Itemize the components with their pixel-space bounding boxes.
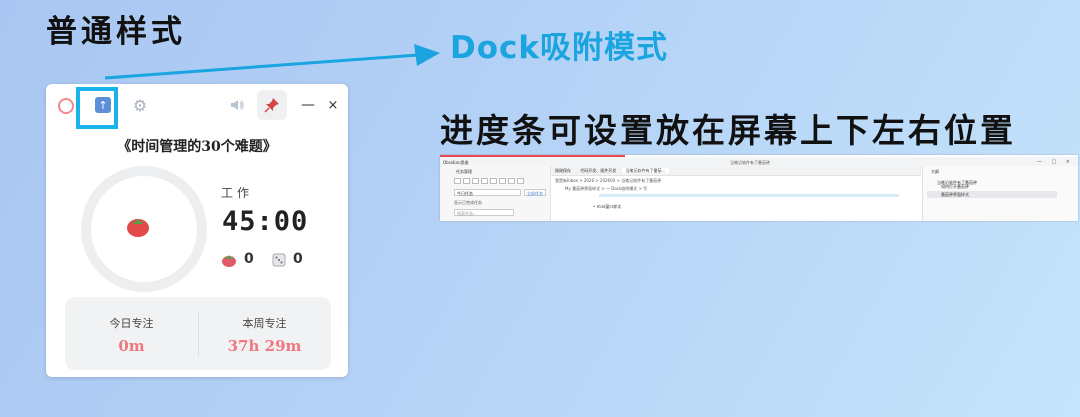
interrupt-count: 0 bbox=[293, 251, 303, 267]
window-controls[interactable]: — □ × bbox=[1037, 159, 1074, 165]
sidebar-title: 任务管理 bbox=[456, 169, 472, 174]
outline-panel: 大纲 当笔记软件有了番茄钟 番茄钟界面样式 如何打开番茄钟 bbox=[922, 166, 1078, 221]
tab-bar: 刚刚保存 代码开发、插件开发 当笔记软件有了番茄... bbox=[551, 166, 921, 176]
ring-icon[interactable] bbox=[58, 98, 74, 114]
speaker-icon[interactable] bbox=[228, 96, 246, 114]
task-title: 《时间管理的30个难题》 bbox=[117, 139, 277, 155]
outline-item-label: 番茄钟界面样式 bbox=[941, 192, 969, 197]
outline-title: 大纲 bbox=[931, 169, 939, 174]
tab[interactable]: 代码开发、插件开发 bbox=[576, 168, 620, 173]
pomodoro-widget: ↑ ⚙ — × 《时间管理的30个难题》 工作 45:00 0 0 今日专注 0… bbox=[46, 84, 348, 377]
progress-position-label: 进度条可设置放在屏幕上下左右位置 bbox=[440, 111, 1016, 150]
all-tasks-button[interactable]: 全部任务 bbox=[524, 189, 546, 196]
dock-arrow-up-icon[interactable]: ↑ bbox=[95, 97, 111, 113]
tomato-count-icon bbox=[220, 252, 238, 268]
today-focus-value: 0m bbox=[118, 337, 145, 355]
selection-highlight bbox=[599, 194, 899, 197]
breadcrumb[interactable]: 我是新Inbox > 2026 > 202604 > 当笔记软件有了番茄钟 bbox=[555, 178, 661, 184]
gear-icon[interactable]: ⚙ bbox=[131, 96, 149, 115]
tab-active[interactable]: 当笔记软件有了番茄... bbox=[621, 168, 670, 173]
bullet-item: • mini窗口样式 bbox=[593, 204, 622, 209]
minimize-icon[interactable]: — bbox=[299, 96, 317, 114]
outline-item[interactable]: 如何打开番茄钟 bbox=[941, 184, 969, 190]
sidebar-toolbar[interactable] bbox=[454, 178, 544, 185]
week-focus-label: 本周专注 bbox=[242, 317, 287, 330]
dock-mode-label: Dock吸附模式 bbox=[450, 30, 669, 66]
focus-stats-panel: 今日专注 0m 本周专注 37h 29m bbox=[65, 297, 331, 370]
task-filter-select[interactable]: 今日任务 bbox=[454, 189, 521, 196]
pin-button[interactable] bbox=[257, 90, 287, 120]
tomato-icon bbox=[121, 212, 155, 240]
pin-icon bbox=[264, 98, 279, 113]
mode-label: 工作 bbox=[221, 186, 254, 200]
tomato-count: 0 bbox=[244, 251, 254, 267]
tab[interactable]: 刚刚保存 bbox=[551, 168, 575, 173]
editor-pane: 刚刚保存 代码开发、插件开发 当笔记软件有了番茄... 我是新Inbox > 2… bbox=[551, 166, 921, 221]
task-search-input[interactable]: 搜索任务... bbox=[454, 209, 514, 216]
close-icon[interactable]: × bbox=[326, 96, 340, 114]
week-focus-value: 37h 29m bbox=[227, 337, 302, 355]
task-sidebar: 任务管理 今日任务 全部任务 显示已完成任务 搜索任务... bbox=[440, 166, 551, 221]
countdown-time: 45:00 bbox=[222, 206, 309, 237]
app-screenshot: Obsidian思维 当笔记软件有了番茄钟 — □ × 任务管理 今日任务 全部… bbox=[440, 155, 1078, 221]
normal-mode-label: 普通样式 bbox=[46, 14, 186, 50]
progress-bar bbox=[440, 155, 626, 157]
heading-path: My 番茄钟界面样式 > — Dock吸附模式 > 写 bbox=[565, 186, 648, 191]
dice-icon bbox=[270, 252, 288, 268]
bullet-text: mini窗口样式 bbox=[596, 204, 622, 209]
show-completed-toggle[interactable]: 显示已完成任务 bbox=[454, 200, 482, 206]
today-focus-label: 今日专注 bbox=[109, 317, 154, 330]
outline-item-active[interactable]: 番茄钟界面样式 bbox=[927, 191, 1057, 198]
